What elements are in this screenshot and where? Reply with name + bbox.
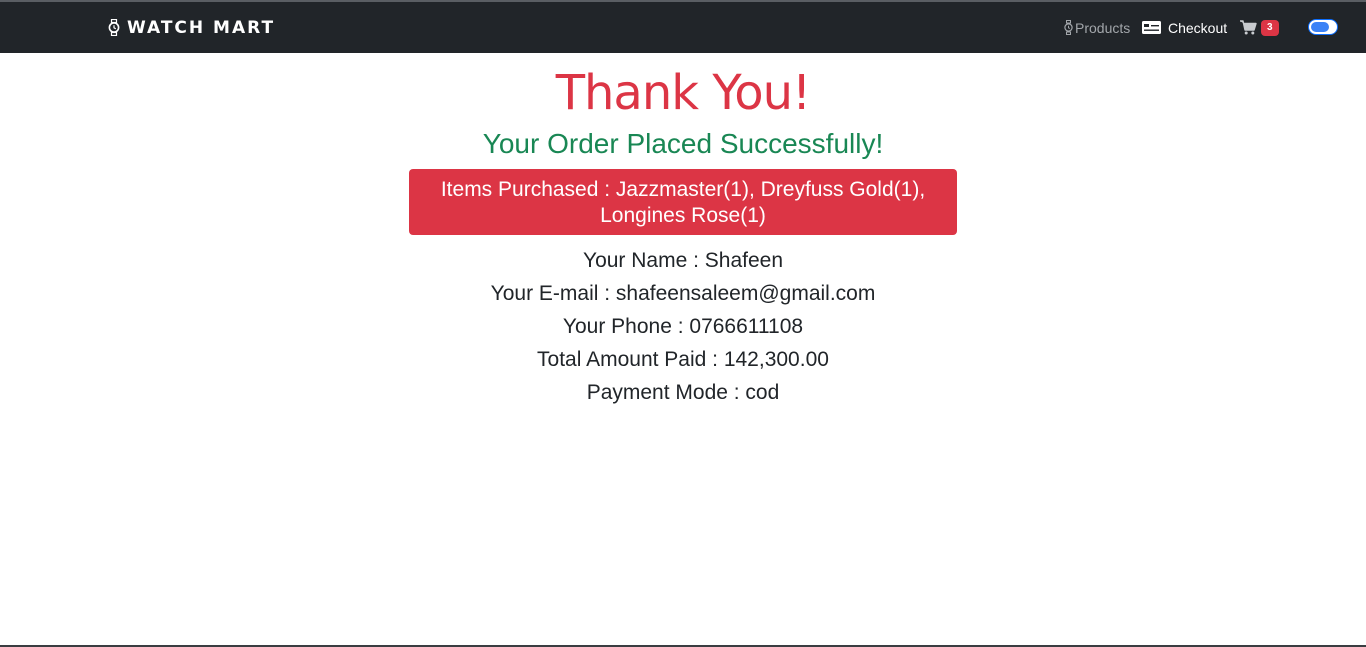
nav-checkout-label: Checkout — [1168, 19, 1228, 36]
items-purchased-box: Items Purchased : Jazzmaster(1), Dreyfus… — [409, 169, 957, 235]
total-amount: Total Amount Paid : 142,300.00 — [537, 348, 829, 371]
cart-icon — [1240, 20, 1257, 35]
toggle-knob — [1311, 22, 1329, 32]
dark-mode-toggle[interactable] — [1308, 19, 1338, 35]
order-confirmation: Thank You! Your Order Placed Successfull… — [0, 53, 1366, 409]
navbar: WATCH MART Products Checkout 3 — [0, 2, 1366, 53]
brand-name: WATCH MART — [127, 17, 276, 38]
credit-card-icon — [1142, 21, 1161, 34]
success-message: Your Order Placed Successfully! — [482, 128, 884, 159]
order-details: Your Name : Shafeen Your E-mail : shafee… — [0, 244, 1366, 409]
customer-phone: Your Phone : 0766611108 — [562, 315, 804, 338]
customer-email: Your E-mail : shafeensaleem@gmail.com — [490, 282, 876, 305]
customer-name: Your Name : Shafeen — [582, 249, 784, 272]
watch-icon — [108, 19, 120, 36]
payment-mode: Payment Mode : cod — [586, 381, 780, 404]
cart-button[interactable]: 3 — [1240, 2, 1279, 53]
nav-links: Products Checkout 3 — [946, 2, 1366, 53]
cart-count-badge: 3 — [1261, 19, 1279, 36]
nav-products-label: Products — [1075, 19, 1131, 36]
page: WATCH MART Products Checkout 3 Thank You… — [0, 0, 1366, 647]
watch-icon — [1064, 20, 1073, 35]
nav-products-link[interactable]: Products — [1064, 2, 1130, 53]
nav-checkout-link[interactable]: Checkout — [1142, 2, 1227, 53]
page-title: Thank You! — [555, 65, 812, 121]
brand-link[interactable]: WATCH MART — [108, 2, 275, 53]
